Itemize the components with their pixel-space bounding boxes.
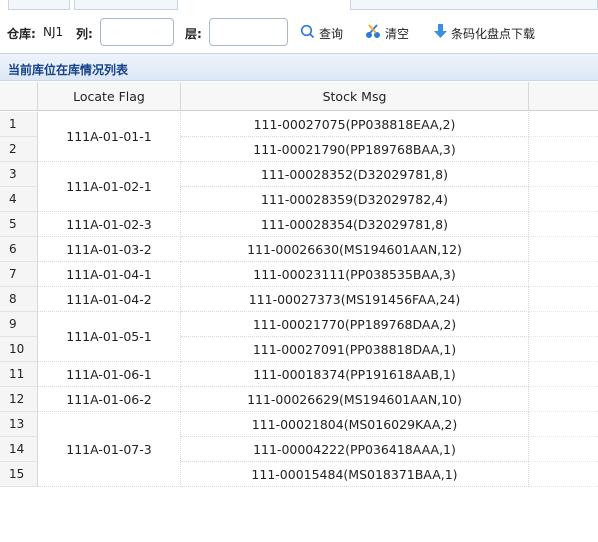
stock-msg-cell[interactable]: 111-00027091(PP038818DAA,1) xyxy=(181,337,529,362)
stock-grid: Locate Flag Stock Msg 1 111A-01-01-1 111-0… xyxy=(0,82,598,527)
clear-icon xyxy=(365,24,381,42)
row-number: 11 xyxy=(0,362,38,387)
tab-fragment xyxy=(350,0,598,10)
stock-msg-cell[interactable]: 111-00027075(PP038818EAA,2) xyxy=(181,112,529,137)
stock-msg-cell[interactable]: 111-00026630(MS194601AAN,12) xyxy=(181,237,529,262)
tab-fragment xyxy=(8,0,70,10)
column-header-empty xyxy=(529,82,598,111)
locate-flag-cell[interactable]: 111A-01-04-1 xyxy=(38,262,181,287)
row-number: 10 xyxy=(0,337,38,362)
column-label: 列: xyxy=(76,27,93,41)
row-number: 13 xyxy=(0,412,38,437)
stock-msg-cell[interactable]: 111-00004222(PP036418AAA,1) xyxy=(181,437,529,462)
row-number: 15 xyxy=(0,462,38,487)
stock-msg-cell[interactable]: 111-00021770(PP189768DAA,2) xyxy=(181,312,529,337)
empty-cell xyxy=(529,462,598,487)
search-icon xyxy=(300,24,315,42)
empty-cell xyxy=(529,387,598,412)
locate-flag-cell[interactable]: 111A-01-06-2 xyxy=(38,387,181,412)
locate-flag-cell[interactable]: 111A-01-05-1 xyxy=(38,312,181,362)
locate-flag-cell[interactable]: 111A-01-03-2 xyxy=(38,237,181,262)
empty-cell xyxy=(529,337,598,362)
query-button[interactable]: 查询 xyxy=(300,24,343,42)
barcode-download-button[interactable]: 条码化盘点下载 xyxy=(434,24,535,42)
download-arrow-icon xyxy=(434,24,447,42)
row-number: 5 xyxy=(0,212,38,237)
locate-flag-cell[interactable]: 111A-01-07-3 xyxy=(38,412,181,487)
stock-msg-cell[interactable]: 111-00021790(PP189768BAA,3) xyxy=(181,137,529,162)
locate-flag-cell[interactable]: 111A-01-04-2 xyxy=(38,287,181,312)
empty-cell xyxy=(529,212,598,237)
row-number: 7 xyxy=(0,262,38,287)
column-header-stock-msg[interactable]: Stock Msg xyxy=(181,82,529,111)
locate-flag-cell[interactable]: 111A-01-01-1 xyxy=(38,112,181,162)
locate-flag-cell[interactable]: 111A-01-06-1 xyxy=(38,362,181,387)
top-tab-strip xyxy=(0,0,598,12)
stock-msg-cell[interactable]: 111-00021804(MS016029KAA,2) xyxy=(181,412,529,437)
stock-msg-cell[interactable]: 111-00015484(MS018371BAA,1) xyxy=(181,462,529,487)
stock-msg-cell[interactable]: 111-00028359(D32029782,4) xyxy=(181,187,529,212)
empty-cell xyxy=(529,187,598,212)
clear-button[interactable]: 清空 xyxy=(365,24,409,42)
column-header-rownum xyxy=(0,82,38,111)
panel-title: 当前库位在库情况列表 xyxy=(8,63,129,77)
tab-fragment xyxy=(74,0,178,10)
empty-cell xyxy=(529,287,598,312)
empty-cell xyxy=(529,137,598,162)
stock-msg-cell[interactable]: 111-00028352(D32029781,8) xyxy=(181,162,529,187)
column-input[interactable] xyxy=(100,18,174,46)
stock-msg-cell[interactable]: 111-00027373(MS191456FAA,24) xyxy=(181,287,529,312)
row-number: 1 xyxy=(0,112,38,137)
stock-msg-cell[interactable]: 111-00018374(PP191618AAB,1) xyxy=(181,362,529,387)
empty-cell xyxy=(529,312,598,337)
row-number: 2 xyxy=(0,137,38,162)
layer-input[interactable] xyxy=(209,18,288,46)
stock-msg-cell[interactable]: 111-00026629(MS194601AAN,10) xyxy=(181,387,529,412)
row-number: 4 xyxy=(0,187,38,212)
panel-header: 当前库位在库情况列表 xyxy=(0,53,598,81)
empty-cell xyxy=(529,362,598,387)
query-label: 查询 xyxy=(319,26,344,41)
empty-cell xyxy=(529,412,598,437)
search-toolbar: 仓库: NJ1 列: 层: 查询 清空 条码化盘点下载 xyxy=(0,17,598,47)
empty-cell xyxy=(529,237,598,262)
download-label: 条码化盘点下载 xyxy=(451,26,536,41)
column-header-locate-flag[interactable]: Locate Flag xyxy=(38,82,181,111)
empty-cell xyxy=(529,437,598,462)
row-number: 14 xyxy=(0,437,38,462)
warehouse-value: NJ1 xyxy=(43,25,64,39)
clear-label: 清空 xyxy=(385,26,410,41)
warehouse-label: 仓库: xyxy=(7,27,36,41)
row-number: 12 xyxy=(0,387,38,412)
empty-cell xyxy=(529,112,598,137)
layer-label: 层: xyxy=(185,27,202,41)
row-number: 9 xyxy=(0,312,38,337)
row-number: 8 xyxy=(0,287,38,312)
locate-flag-cell[interactable]: 111A-01-02-1 xyxy=(38,162,181,212)
row-number: 6 xyxy=(0,237,38,262)
empty-cell xyxy=(529,262,598,287)
locate-flag-cell[interactable]: 111A-01-02-3 xyxy=(38,212,181,237)
stock-msg-cell[interactable]: 111-00028354(D32029781,8) xyxy=(181,212,529,237)
stock-msg-cell[interactable]: 111-00023111(PP038535BAA,3) xyxy=(181,262,529,287)
row-number: 3 xyxy=(0,162,38,187)
empty-cell xyxy=(529,162,598,187)
